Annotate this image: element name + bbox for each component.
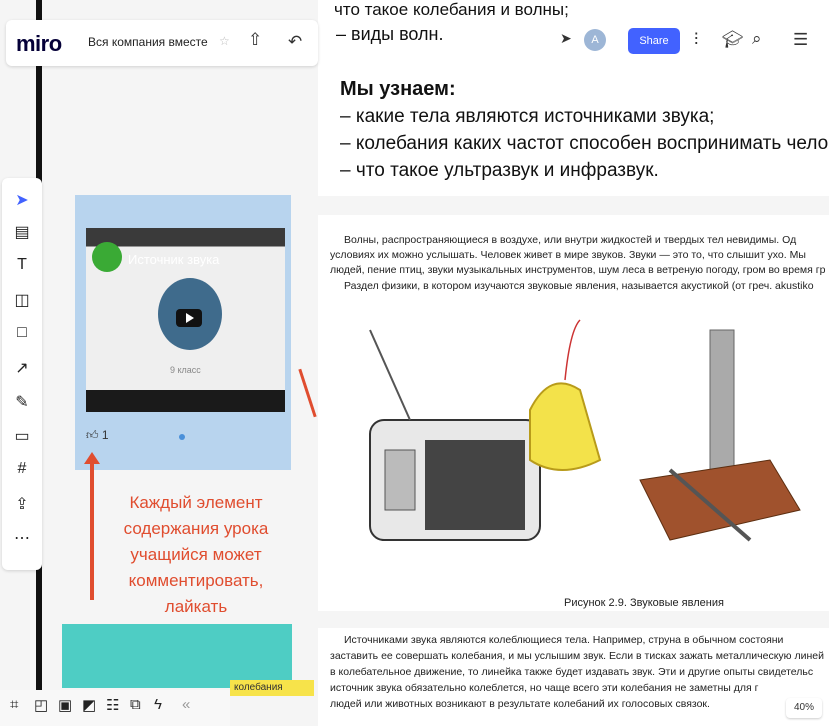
carousel-dot[interactable] — [179, 434, 185, 440]
radio-speaker — [425, 440, 525, 530]
right-toolbar — [570, 20, 829, 66]
sound-phenomena-illustration — [369, 319, 801, 542]
annotation-arrow — [84, 452, 100, 600]
learn-item: – что такое ультразвук и инфразвук. — [340, 160, 659, 181]
learn-item: – колебания каких частот способен воспри… — [340, 133, 829, 154]
annotation-text: Каждый элемент содержания урока учащийся… — [123, 493, 269, 616]
left-toolbar: ➤ ▤ T ◫ □ ↗ ✎ ▭ # ⇪ ⋯ — [2, 178, 42, 570]
frame-icon[interactable]: # — [2, 460, 42, 478]
video-title: Источник звука — [128, 252, 220, 267]
para-line: заставить ее совершать колебания, и мы у… — [330, 650, 824, 662]
miro-logo[interactable]: miro — [16, 31, 62, 57]
top-toolbar: miro Вся компания вместе ☆ ⇧ ↶ — [6, 20, 318, 66]
comments-icon[interactable]: ▣ — [58, 696, 72, 714]
select-cursor-icon[interactable]: ➤ — [2, 190, 42, 210]
bell — [529, 382, 602, 471]
para-line: Раздел физики, в котором изучаются звуко… — [344, 280, 814, 292]
text-icon[interactable]: T — [2, 256, 42, 274]
radio-panel — [384, 449, 416, 511]
board-name[interactable]: Вся компания вместе — [88, 35, 208, 49]
radio-antenna — [369, 329, 411, 421]
search-icon[interactable]: ⌕ — [752, 29, 762, 49]
like-count: 1 — [101, 428, 109, 442]
figure-caption: Рисунок 2.9. Звуковые явления — [564, 597, 724, 609]
star-icon[interactable]: ☆ — [219, 34, 230, 48]
thumbs-up-icon: 👍︎ — [86, 428, 99, 442]
doc-top-line: что такое колебания и волны; — [334, 0, 569, 19]
learn-hat-icon[interactable]: 🎓︎ — [722, 30, 744, 50]
para-line: в колебательное движение, то линейка так… — [330, 666, 814, 678]
share-button[interactable]: Share — [628, 28, 680, 54]
cursor-icon[interactable]: ➤ — [560, 30, 572, 47]
settings-sliders-icon[interactable]: ⫶ — [694, 30, 698, 50]
learn-heading: Мы узнаем: — [340, 78, 456, 100]
notes-icon[interactable]: ☰ — [793, 30, 808, 50]
para-line: людей или животных возникают в результат… — [330, 698, 710, 710]
share-screen-icon[interactable]: ⧉ — [130, 696, 141, 713]
export-icon[interactable]: ⇧ — [248, 30, 262, 50]
resonator-box — [639, 459, 801, 541]
channel-avatar — [92, 242, 122, 272]
shape-icon[interactable]: □ — [2, 324, 42, 342]
para-line: источник звука обязательно колеблется, н… — [330, 682, 759, 694]
pen-icon[interactable]: ✎ — [2, 392, 42, 412]
doc-types-line: – виды волн. — [336, 24, 444, 44]
video-grade: 9 класс — [170, 365, 201, 375]
sticky-note-icon[interactable]: ◫ — [2, 290, 42, 310]
comment-icon[interactable]: ▭ — [2, 426, 42, 446]
zoom-level[interactable]: 40% — [786, 698, 822, 718]
attachment-icon[interactable]: ◰ — [34, 696, 48, 714]
bell-string — [564, 319, 581, 381]
play-icon[interactable] — [176, 309, 202, 327]
upload-icon[interactable]: ⇪ — [2, 494, 42, 514]
frames-icon[interactable]: ⌗ — [10, 696, 18, 713]
learn-item: – какие тела являются источниками звука; — [340, 106, 715, 127]
sticker-note[interactable]: колебания — [230, 680, 314, 696]
avatar[interactable]: A — [584, 29, 606, 51]
more-icon[interactable]: ⋯ — [2, 528, 42, 548]
templates-icon[interactable]: ▤ — [2, 222, 42, 242]
reactions-icon[interactable]: ϟ — [154, 696, 162, 713]
tuning-fork-rod — [709, 329, 735, 481]
para-line: условиях их можно услышать. Человек живе… — [330, 249, 806, 261]
connector-arrow-icon[interactable]: ↗ — [2, 358, 42, 378]
chat-icon[interactable]: ◩ — [82, 696, 96, 714]
para-line: Источниками звука являются колеблющиеся … — [344, 634, 784, 646]
para-line: людей, пение птиц, звуки музыкальных инс… — [330, 264, 826, 276]
teal-frame[interactable] — [62, 624, 292, 688]
like-button[interactable]: 👍︎ 1 — [86, 428, 109, 443]
cards-icon[interactable]: ☷ — [106, 696, 119, 714]
undo-icon[interactable]: ↶ — [288, 32, 302, 52]
para-line: Волны, распространяющиеся в воздухе, или… — [344, 234, 797, 246]
collapse-icon[interactable]: « — [182, 696, 190, 713]
